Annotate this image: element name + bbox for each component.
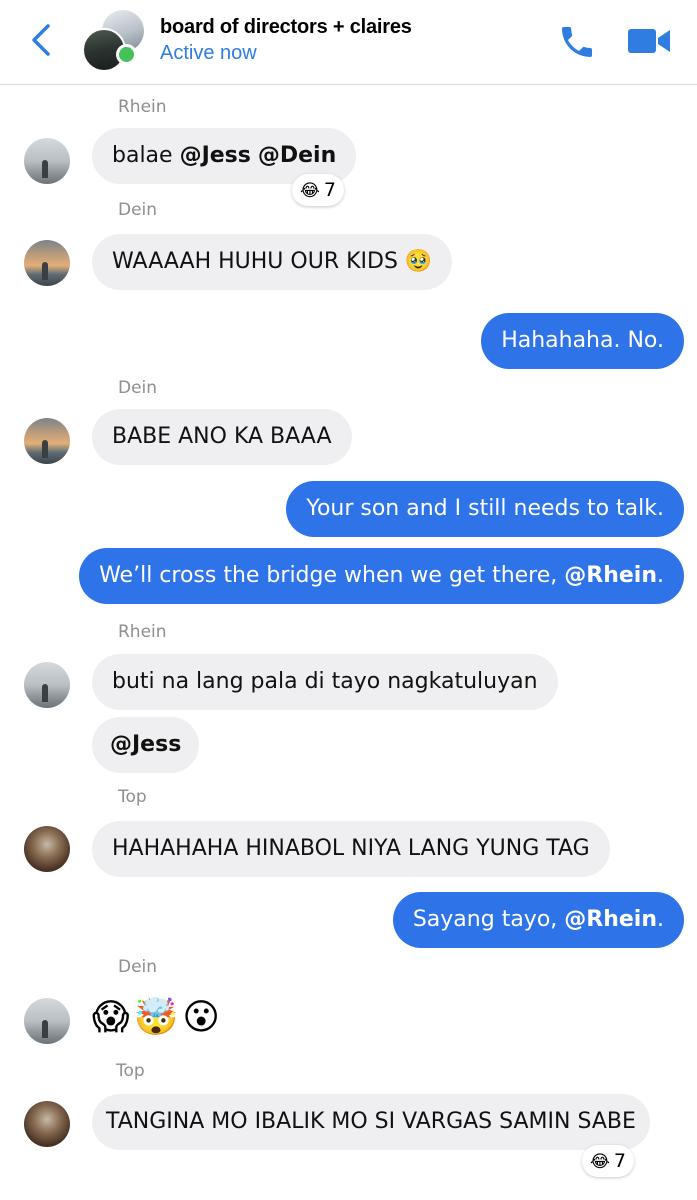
- reaction-badge[interactable]: 😂 7: [292, 174, 344, 206]
- mention-link[interactable]: @Dein: [258, 143, 336, 168]
- avatar[interactable]: [24, 998, 70, 1044]
- sender-name: Rhein: [118, 622, 167, 642]
- message-text: Sayang tayo,: [412, 907, 565, 932]
- message-bubble[interactable]: buti na lang pala di tayo nagkatuluyan: [92, 654, 558, 710]
- chat-header: board of directors + claires Active now: [0, 0, 697, 85]
- message-text: Hahahaha. No.: [501, 328, 664, 353]
- avatar[interactable]: [24, 138, 70, 184]
- avatar[interactable]: [24, 1101, 70, 1147]
- emoji-message[interactable]: 😱🤯😮: [92, 996, 224, 1040]
- message-text: TANGINA MO IBALIK MO SI VARGAS SAMIN SAB…: [106, 1109, 636, 1134]
- laughing-emoji-icon: 😂: [590, 1152, 610, 1172]
- reaction-count: 7: [613, 1150, 626, 1172]
- video-camera-icon[interactable]: [626, 24, 672, 58]
- message-bubble[interactable]: HAHAHAHA HINABOL NIYA LANG YUNG TAG: [92, 821, 610, 877]
- message-text: We’ll cross the bridge when we get there…: [99, 563, 565, 588]
- sender-name: Rhein: [118, 97, 167, 117]
- sender-name: Top: [118, 787, 147, 807]
- message-text: [251, 143, 258, 168]
- avatar[interactable]: [24, 240, 70, 286]
- message-text: .: [657, 563, 664, 588]
- message-text: WAAAAH HUHU OUR KIDS 🥹: [112, 249, 433, 274]
- mention-link[interactable]: @Rhein: [564, 563, 657, 588]
- message-bubble[interactable]: @Jess: [92, 717, 200, 773]
- sender-name: Top: [116, 1061, 145, 1081]
- active-status: Active now: [160, 42, 257, 64]
- message-bubble[interactable]: TANGINA MO IBALIK MO SI VARGAS SAMIN SAB…: [92, 1094, 650, 1150]
- message-bubble[interactable]: Your son and I still needs to talk.: [286, 481, 684, 537]
- reaction-badge[interactable]: 😂 7: [582, 1145, 634, 1177]
- avatar[interactable]: [24, 662, 70, 708]
- mention-link[interactable]: @Jess: [180, 143, 251, 168]
- phone-icon[interactable]: [556, 22, 598, 62]
- message-text: HAHAHAHA HINABOL NIYA LANG YUNG TAG: [112, 836, 590, 861]
- mention-link[interactable]: @Rhein: [564, 907, 657, 932]
- message-bubble[interactable]: Hahahaha. No.: [481, 313, 684, 369]
- message-text: Your son and I still needs to talk.: [306, 496, 664, 521]
- avatar[interactable]: [24, 826, 70, 872]
- message-bubble[interactable]: BABE ANO KA BAAA: [92, 409, 352, 465]
- reaction-count: 7: [323, 179, 336, 201]
- sender-name: Dein: [118, 957, 158, 977]
- chevron-left-icon[interactable]: [26, 20, 58, 60]
- conversation-title[interactable]: board of directors + claires: [160, 16, 412, 39]
- message-text: balae: [112, 143, 180, 168]
- avatar[interactable]: [24, 418, 70, 464]
- mention-link[interactable]: @Jess: [110, 732, 181, 757]
- group-avatar[interactable]: [82, 10, 146, 72]
- message-text: .: [657, 907, 664, 932]
- message-bubble[interactable]: Sayang tayo, @Rhein.: [392, 892, 684, 948]
- online-indicator: [116, 44, 137, 65]
- message-bubble[interactable]: We’ll cross the bridge when we get there…: [79, 548, 684, 604]
- laughing-emoji-icon: 😂: [300, 181, 320, 201]
- message-text: BABE ANO KA BAAA: [112, 424, 332, 449]
- sender-name: Dein: [118, 378, 158, 398]
- sender-name: Dein: [118, 200, 158, 220]
- message-text: buti na lang pala di tayo nagkatuluyan: [112, 669, 538, 694]
- message-bubble[interactable]: WAAAAH HUHU OUR KIDS 🥹: [92, 234, 453, 290]
